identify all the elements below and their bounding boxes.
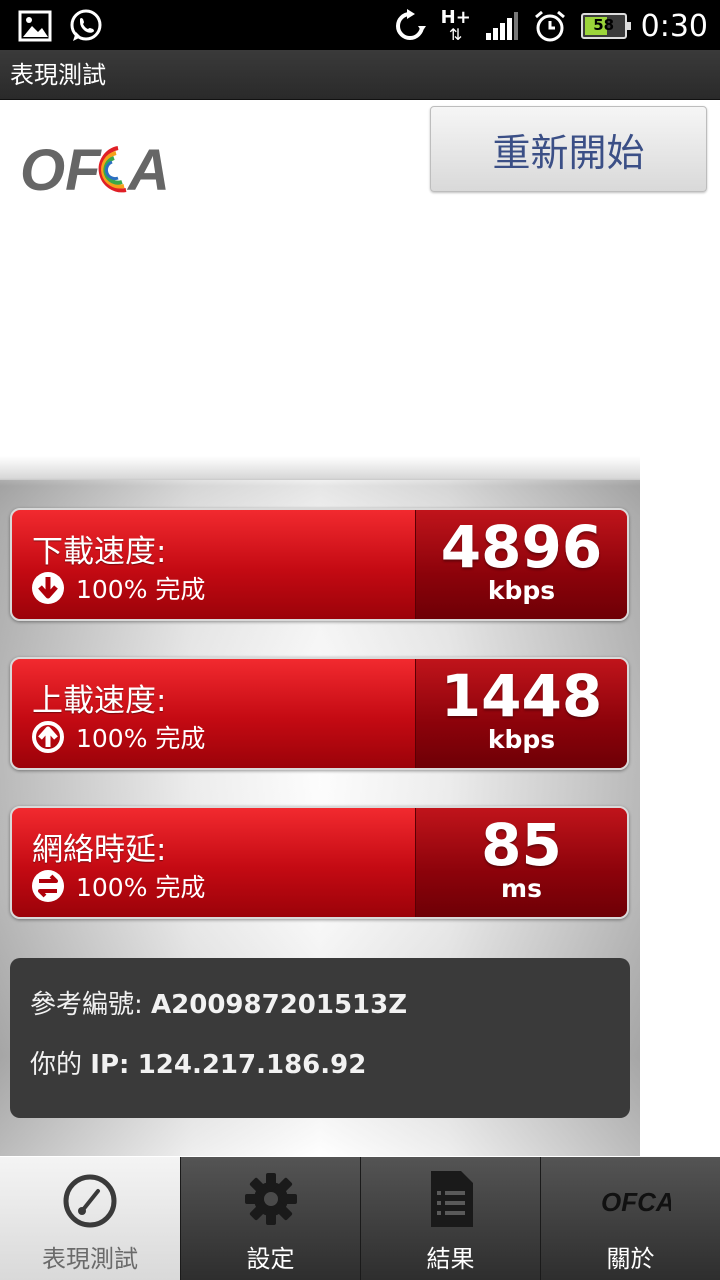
download-speed-label: 下載速度: — [32, 534, 167, 570]
upload-arrow-icon — [32, 721, 64, 753]
gear-icon — [244, 1173, 297, 1225]
upload-status-text: 100% 完成 — [76, 724, 206, 753]
reference-number-line: 參考編號: A200987201513Z — [30, 984, 407, 1021]
reference-number-value: A200987201513Z — [151, 990, 408, 1020]
download-arrow-icon — [32, 572, 64, 604]
about-logo-text: OFCA — [601, 1187, 671, 1217]
bottom-tab-bar: 表現測試 設定 結果 OFCA 關於 — [0, 1157, 720, 1280]
ofca-logo: OF A — [20, 138, 170, 200]
tab-about-label: 關於 — [606, 1245, 655, 1273]
battery-icon: 58 — [580, 13, 631, 39]
ip-address-key: IP: — [90, 1050, 130, 1080]
restart-button-label: 重新開始 — [492, 130, 645, 175]
tab-settings-label: 設定 — [246, 1245, 295, 1273]
tab-results-label: 結果 — [426, 1245, 475, 1273]
logo-text-of: OF — [20, 138, 102, 200]
upload-value-box: 1448 kbps — [415, 659, 627, 768]
latency-unit: ms — [501, 874, 542, 903]
ip-address-value: 124.217.186.92 — [137, 1050, 367, 1080]
upload-speed-unit: kbps — [487, 725, 556, 754]
clock: 0:30 — [640, 8, 708, 44]
network-type-indicator: H+ ⇅ — [441, 9, 471, 43]
reference-number-label: 參考編號: — [30, 990, 143, 1020]
speedometer-icon — [63, 1174, 117, 1228]
latency-value-box: 85 ms — [415, 808, 627, 917]
download-status: 100% 完成 — [30, 570, 205, 606]
download-speed-card: 下載速度: 100% 完成 4896 kbps — [10, 508, 629, 621]
upload-speed-label: 上載速度: — [32, 683, 167, 719]
info-box: 參考編號: A200987201513Z 你的 IP: 124.217.186.… — [10, 958, 630, 1118]
download-value-box: 4896 kbps — [415, 510, 627, 619]
latency-value: 85 — [481, 811, 562, 879]
download-status-text: 100% 完成 — [76, 575, 206, 604]
sync-icon — [395, 9, 426, 40]
battery-level: 58 — [593, 16, 615, 34]
tab-performance-test[interactable]: 表現測試 — [0, 1157, 180, 1280]
ip-address-label: 你的 — [30, 1050, 83, 1080]
app-title-bar: 表現測試 — [0, 50, 720, 100]
app-title: 表現測試 — [10, 61, 106, 89]
logo-text-a: A — [126, 138, 170, 200]
upload-status: 100% 完成 — [30, 719, 205, 755]
whatsapp-notification-icon — [70, 9, 102, 41]
restart-button[interactable]: 重新開始 — [430, 106, 707, 192]
data-arrows-icon: ⇅ — [448, 25, 463, 44]
upload-speed-value: 1448 — [440, 662, 603, 730]
ip-address-line: 你的 IP: 124.217.186.92 — [30, 1044, 366, 1081]
gallery-notification-icon — [18, 10, 52, 42]
download-speed-value: 4896 — [440, 513, 603, 581]
latency-status-text: 100% 完成 — [76, 873, 206, 902]
ofca-logo-icon: OFCA — [601, 1187, 671, 1217]
document-list-icon — [430, 1171, 473, 1227]
tab-results[interactable]: 結果 — [360, 1157, 540, 1280]
latency-status: 100% 完成 — [30, 868, 205, 904]
latency-exchange-icon — [32, 870, 64, 902]
status-bar: H+ ⇅ 58 0:30 — [0, 0, 720, 50]
tab-performance-test-label: 表現測試 — [42, 1245, 138, 1273]
tab-settings[interactable]: 設定 — [180, 1157, 360, 1280]
upload-speed-card: 上載速度: 100% 完成 1448 kbps — [10, 657, 629, 770]
signal-strength-icon — [485, 12, 518, 40]
alarm-clock-icon — [534, 10, 565, 42]
tab-about[interactable]: OFCA 關於 — [540, 1157, 720, 1280]
download-speed-unit: kbps — [487, 576, 556, 605]
latency-label: 網絡時延: — [32, 832, 167, 868]
latency-card: 網絡時延: 100% 完成 85 ms — [10, 806, 629, 919]
